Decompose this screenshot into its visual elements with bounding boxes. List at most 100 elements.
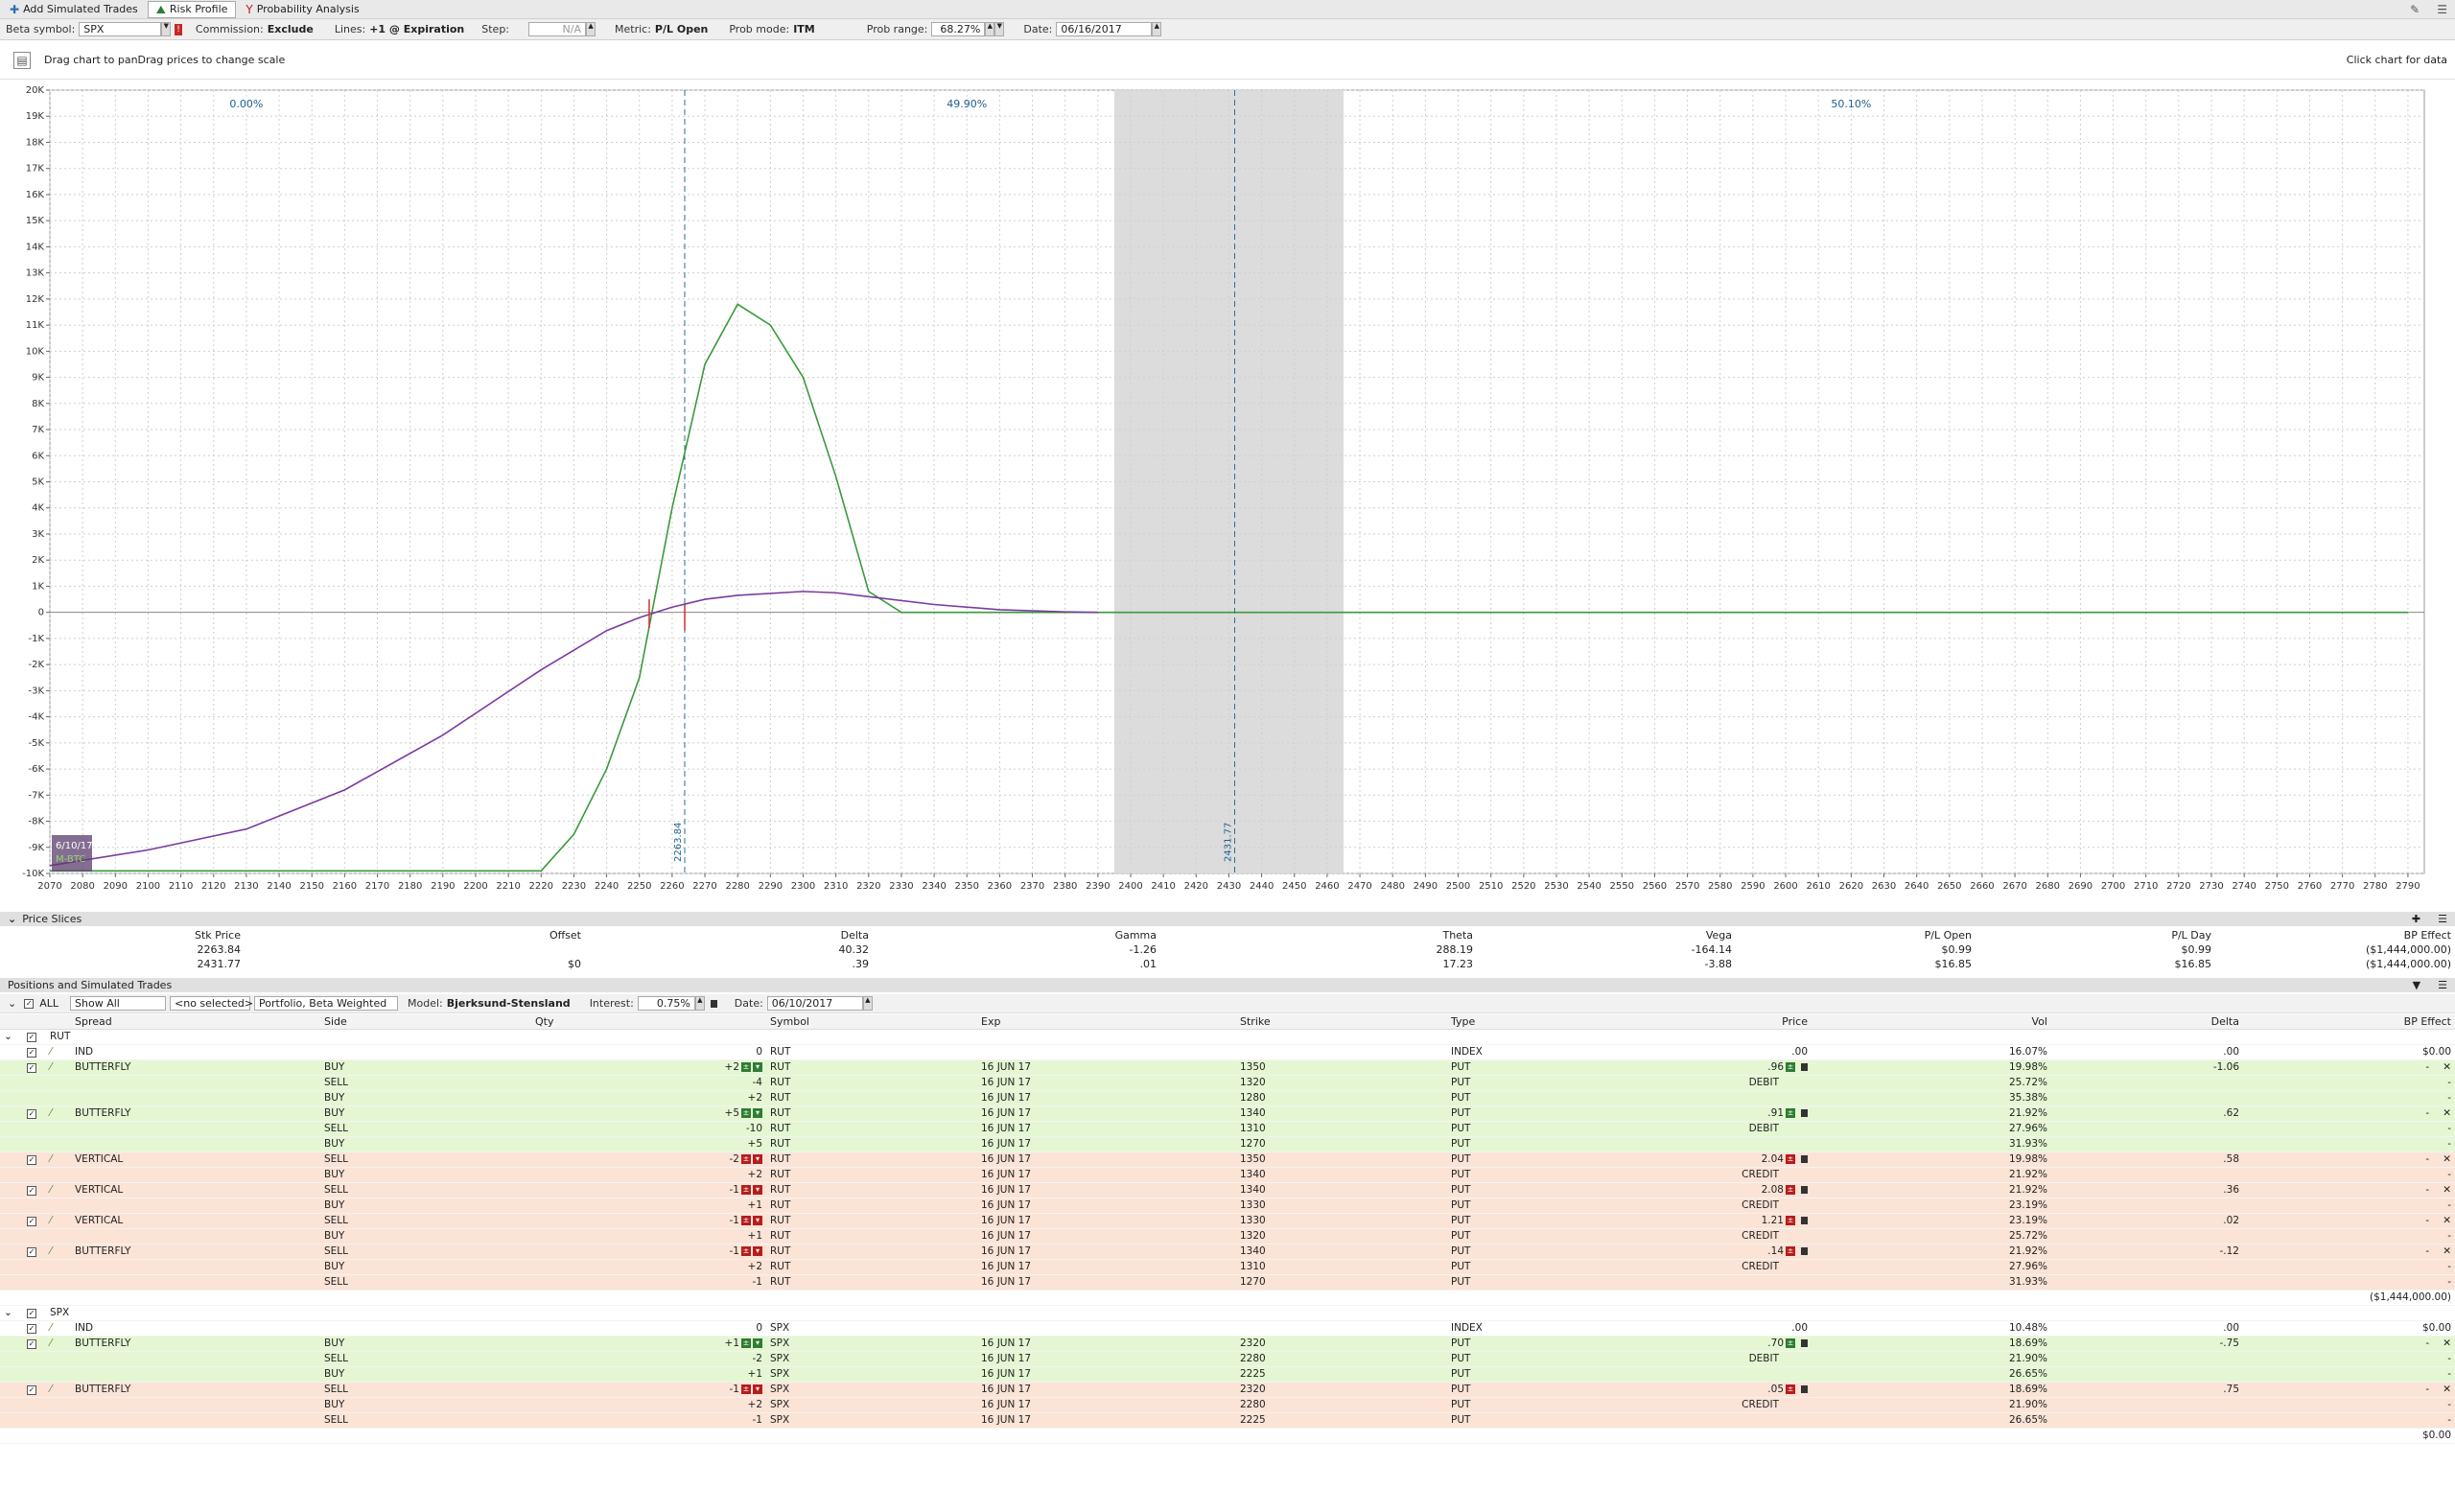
position-row[interactable]: ✓ ⁄ BUTTERFLY BUY +2 ± ▾ RUT 16 JUN 17 1350 PUT .96… (0, 1059, 2455, 1076)
slice-col-vega[interactable]: Vega (1477, 928, 1736, 942)
exp-cell[interactable] (977, 1044, 1236, 1060)
lines-value[interactable]: +1 @ Expiration (369, 23, 464, 35)
positions-date-input[interactable]: 06/10/2017 (766, 996, 863, 1011)
price-cell[interactable]: CREDIT (1658, 1198, 1812, 1214)
qty-dropdown[interactable]: ▾ (753, 1384, 762, 1394)
row-checkbox[interactable] (23, 1259, 46, 1275)
position-row[interactable]: BUY +2 RUT 16 JUN 17 1340 PUT CREDIT 21.92% - (0, 1167, 2455, 1183)
price-cell[interactable] (1658, 1366, 1812, 1383)
row-chart-icon[interactable]: ⁄ (46, 1044, 71, 1060)
exp-cell[interactable]: 16 JUN 17 (977, 1105, 1236, 1122)
qty-cell[interactable]: +5 ± ▾ (531, 1105, 766, 1122)
side-cell[interactable]: SELL (320, 1382, 531, 1398)
strike-cell[interactable]: 1330 (1236, 1213, 1447, 1229)
group-row-spx[interactable]: ⌄ ✓ SPX (0, 1305, 2455, 1321)
strike-cell[interactable]: 1340 (1236, 1182, 1447, 1198)
strike-cell[interactable]: 2320 (1236, 1382, 1447, 1398)
side-cell[interactable]: BUY (320, 1059, 531, 1076)
row-chart-icon[interactable] (46, 1412, 71, 1429)
slice-col-p-l-day[interactable]: P/L Day (1976, 928, 2215, 942)
side-cell[interactable]: BUY (320, 1366, 531, 1383)
row-chart-icon[interactable] (46, 1198, 71, 1214)
qty-cell[interactable]: -1 (531, 1412, 766, 1429)
risk-profile-chart[interactable]: 2070 2080 2090 2100 2110 2120 2130 2140 2150 2160… (0, 81, 2455, 915)
slice-col-bp-effect[interactable]: BP Effect (2215, 928, 2455, 942)
side-cell[interactable]: SELL (320, 1075, 531, 1091)
price-cell[interactable]: 2.04 ± (1658, 1151, 1812, 1168)
qty-cell[interactable]: -1 (531, 1274, 766, 1291)
qty-dropdown[interactable]: ▾ (753, 1108, 762, 1118)
slice-cell[interactable] (245, 942, 585, 957)
row-chart-icon[interactable] (46, 1366, 71, 1383)
side-cell[interactable]: SELL (320, 1121, 531, 1137)
type-cell[interactable]: PUT (1447, 1351, 1658, 1367)
qty-dropdown[interactable]: ▾ (753, 1154, 762, 1164)
row-chart-icon[interactable]: ⁄ (46, 1059, 71, 1076)
row-checkbox[interactable]: ✓ (23, 1213, 46, 1229)
exp-cell[interactable]: 16 JUN 17 (977, 1351, 1236, 1367)
price-stepper[interactable]: ± (1786, 1216, 1795, 1225)
portfolio-select[interactable]: Portfolio, Beta Weighted (254, 996, 399, 1011)
type-cell[interactable]: PUT (1447, 1382, 1658, 1398)
strike-cell[interactable]: 1310 (1236, 1121, 1447, 1137)
type-cell[interactable]: PUT (1447, 1151, 1658, 1168)
side-cell[interactable]: BUY (320, 1105, 531, 1122)
position-row[interactable]: ✓ ⁄ IND 0 RUT INDEX .00 16.07% .00 $0.00 (0, 1044, 2455, 1060)
strike-cell[interactable]: 1350 (1236, 1059, 1447, 1076)
side-cell[interactable]: BUY (320, 1090, 531, 1106)
price-stepper[interactable]: ± (1786, 1154, 1795, 1164)
group-checkbox[interactable]: ✓ (23, 1029, 46, 1045)
price-cell[interactable]: CREDIT (1658, 1397, 1812, 1413)
row-chart-icon[interactable]: ⁄ (46, 1244, 71, 1260)
row-checkbox[interactable]: ✓ (23, 1044, 46, 1060)
slice-menu-icon[interactable]: ☰ (2438, 913, 2447, 925)
row-checkbox[interactable] (23, 1366, 46, 1383)
group-collapse-icon[interactable]: ⌄ (0, 1305, 23, 1321)
side-cell[interactable]: BUY (320, 1198, 531, 1214)
side-cell[interactable] (320, 1320, 531, 1337)
side-cell[interactable]: SELL (320, 1151, 531, 1168)
type-cell[interactable]: PUT (1447, 1182, 1658, 1198)
qty-cell[interactable]: -2 ± ▾ (531, 1151, 766, 1168)
risk-profile-svg[interactable]: 2070 2080 2090 2100 2110 2120 2130 2140 2150 2160… (0, 81, 2455, 915)
row-checkbox[interactable]: ✓ (23, 1182, 46, 1198)
col-qty[interactable]: Qty (531, 1014, 766, 1030)
row-chart-icon[interactable] (46, 1228, 71, 1244)
lock-icon[interactable] (1801, 1186, 1808, 1194)
qty-stepper[interactable]: ± (741, 1338, 751, 1348)
qty-cell[interactable]: -4 (531, 1075, 766, 1091)
beta-symbol-dropdown[interactable]: ▼ (161, 22, 172, 36)
tab-risk-profile[interactable]: ⛰ Risk Profile (147, 0, 237, 18)
position-row[interactable]: BUY +2 SPX 16 JUN 17 2280 PUT CREDIT 21.90% - (0, 1397, 2455, 1413)
row-checkbox[interactable] (23, 1090, 46, 1106)
strike-cell[interactable]: 1320 (1236, 1228, 1447, 1244)
step-spinner[interactable]: ▲ (586, 22, 596, 36)
exp-cell[interactable]: 16 JUN 17 (977, 1336, 1236, 1352)
type-cell[interactable]: PUT (1447, 1059, 1658, 1076)
type-cell[interactable]: PUT (1447, 1397, 1658, 1413)
strike-cell[interactable]: 1310 (1236, 1259, 1447, 1275)
position-row[interactable]: SELL -1 RUT 16 JUN 17 1270 PUT 31.93% - (0, 1274, 2455, 1291)
qty-stepper[interactable]: ± (741, 1384, 751, 1394)
pin-icon[interactable]: ✎ (2410, 4, 2420, 15)
row-chart-icon[interactable] (46, 1121, 71, 1137)
side-cell[interactable]: SELL (320, 1182, 531, 1198)
row-checkbox[interactable] (23, 1136, 46, 1152)
group-row-rut[interactable]: ⌄ ✓ RUT (0, 1029, 2455, 1045)
qty-stepper[interactable]: ± (741, 1185, 751, 1195)
qty-cell[interactable]: -1 ± ▾ (531, 1213, 766, 1229)
row-chart-icon[interactable] (46, 1090, 71, 1106)
show-filter-select[interactable]: Show All (70, 996, 167, 1011)
type-cell[interactable]: INDEX (1447, 1044, 1658, 1060)
row-checkbox[interactable] (23, 1397, 46, 1413)
type-cell[interactable]: INDEX (1447, 1320, 1658, 1337)
qty-dropdown[interactable]: ▾ (753, 1216, 762, 1225)
side-cell[interactable]: BUY (320, 1397, 531, 1413)
exp-cell[interactable]: 16 JUN 17 (977, 1059, 1236, 1076)
lock-icon[interactable] (1801, 1247, 1808, 1255)
position-row[interactable]: SELL -2 SPX 16 JUN 17 2280 PUT DEBIT 21.90% - (0, 1351, 2455, 1367)
interest-lock-icon[interactable] (710, 999, 717, 1008)
model-value[interactable]: Bjerksund-Stensland (447, 997, 571, 1010)
positions-date-spinner[interactable]: ▲ (862, 996, 873, 1011)
price-stepper[interactable]: ± (1786, 1338, 1795, 1348)
